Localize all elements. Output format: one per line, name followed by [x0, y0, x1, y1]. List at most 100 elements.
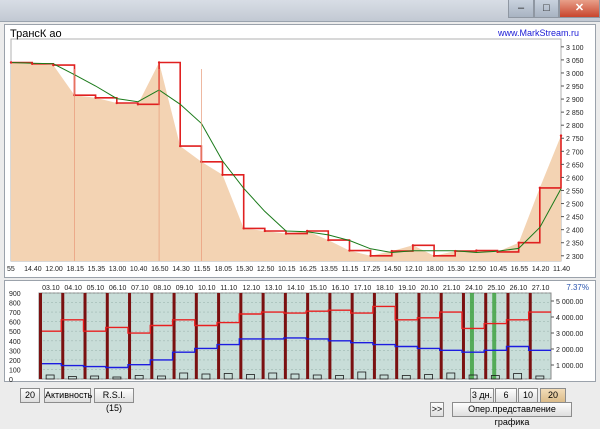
day-separator — [350, 293, 354, 379]
maximize-button[interactable]: □ — [534, 0, 559, 18]
y-tick-label: 2 850 — [566, 110, 584, 117]
close-button[interactable]: ✕ — [559, 0, 600, 18]
range-3d-button[interactable]: 3 дн. — [470, 388, 494, 403]
day-separator — [484, 293, 488, 379]
date-label: 20.10 — [421, 285, 439, 292]
day-separator — [528, 293, 532, 379]
x-tick-label: 17.25 — [363, 266, 381, 273]
right-tick-label: 4 000.00 — [556, 315, 583, 322]
price-point — [221, 173, 224, 177]
bottom-toolbar: 20 Активность R.S.I. (15) >> 3 дн. 6 дн.… — [0, 384, 600, 427]
y-tick-label: 3 100 — [566, 45, 584, 52]
y-tick-label: 2 650 — [566, 162, 584, 169]
x-tick-label: 10.40 — [130, 266, 148, 273]
price-point — [179, 144, 182, 148]
x-tick-label: 14.40 — [24, 266, 42, 273]
y-tick-label: 2 950 — [566, 84, 584, 91]
range-20d-button[interactable]: 20 дн. — [540, 388, 566, 413]
rsi-button[interactable]: R.S.I. (15) — [94, 388, 134, 413]
y-tick-label: 2 500 — [566, 202, 584, 209]
date-label: 21.10 — [443, 285, 461, 292]
y-tick-label: 2 900 — [566, 97, 584, 104]
y-tick-label: 2 750 — [566, 136, 584, 143]
date-label: 27.10 — [532, 285, 550, 292]
day-separator — [217, 293, 221, 379]
activity-button[interactable]: Активность — [44, 388, 92, 403]
indicator-panel: 03.10 04.10 05.10 06.10 07.10 08.10 09.10 10.10… — [4, 280, 596, 383]
date-label: 26.10 — [510, 285, 528, 292]
price-point — [390, 249, 393, 253]
price-chart-panel: 3 100 3 050 3 000 2 950 2 900 2 850 2 800 2 750… — [4, 24, 596, 278]
x-tick-label: 14.20 — [532, 266, 550, 273]
date-label: 13.10 — [265, 285, 283, 292]
x-tick-label: 12.50 — [257, 266, 275, 273]
range-10d-button[interactable]: 10 дн. — [518, 388, 538, 413]
left-tick-label: 600 — [9, 320, 21, 327]
day-separator — [461, 293, 465, 379]
x-tick-label: 18.05 — [215, 266, 233, 273]
price-point — [115, 101, 118, 105]
date-label: 08.10 — [153, 285, 171, 292]
price-point — [242, 227, 245, 230]
price-point — [52, 63, 55, 67]
y-tick-label: 2 700 — [566, 149, 584, 156]
x-tick-label: 12.50 — [468, 266, 486, 273]
x-tick-label: 16.50 — [151, 266, 169, 273]
instrument-title: ТрансК ао — [10, 28, 62, 40]
date-label: 10.10 — [198, 285, 216, 292]
indicator-chart: 03.10 04.10 05.10 06.10 07.10 08.10 09.10 10.10… — [9, 285, 583, 383]
left-tick-label: 500 — [9, 329, 21, 336]
day-separator — [328, 293, 332, 379]
day-separator — [506, 293, 510, 379]
period-field[interactable]: 20 — [20, 388, 40, 403]
y-tick-label: 2 350 — [566, 241, 584, 248]
price-point — [348, 249, 351, 252]
day-separator — [150, 293, 154, 379]
left-tick-label: 100 — [9, 367, 21, 374]
day-separator — [239, 293, 243, 379]
day-separator — [283, 293, 287, 379]
price-point — [454, 249, 457, 253]
x-tick-label: 12.00 — [45, 266, 63, 273]
highlight-band — [469, 293, 474, 379]
date-label: 03.10 — [42, 285, 60, 292]
range-6d-button[interactable]: 6 дн. — [495, 388, 517, 413]
x-tick-label: 15.35 — [88, 266, 106, 273]
x-tick-label: 14.50 — [384, 266, 402, 273]
x-tick-label: 13.00 — [109, 266, 127, 273]
left-tick-label: 200 — [9, 358, 21, 365]
x-tick-label: 14.30 — [172, 266, 190, 273]
price-point — [157, 61, 161, 64]
left-tick-label: 900 — [9, 291, 21, 298]
site-link[interactable]: www.MarkStream.ru — [498, 28, 579, 38]
day-separator — [306, 293, 310, 379]
minimize-button[interactable]: – — [508, 0, 534, 18]
price-point — [327, 238, 330, 242]
date-label: 16.10 — [332, 285, 350, 292]
x-tick-label: 10.15 — [278, 266, 296, 273]
date-label: 07.10 — [131, 285, 149, 292]
x-tick-label: 15.30 — [236, 266, 254, 273]
price-point — [263, 229, 267, 233]
price-point — [284, 232, 288, 235]
left-tick-label: 800 — [9, 301, 21, 308]
right-tick-label: 3 000.00 — [556, 331, 583, 338]
date-label: 05.10 — [87, 285, 105, 292]
x-tick-label: 11.55 — [193, 266, 210, 273]
date-label: 25.10 — [487, 285, 505, 292]
chart-mode-button[interactable]: Опер.представление графика — [452, 402, 572, 427]
price-point — [538, 186, 542, 190]
x-tick-label: 16.25 — [299, 266, 317, 273]
day-separator — [194, 293, 198, 379]
x-tick-label: 18.15 — [66, 266, 84, 273]
price-point — [475, 249, 478, 252]
price-point — [305, 229, 309, 233]
date-label: 14.10 — [287, 285, 305, 292]
left-tick-label: 700 — [9, 310, 21, 317]
x-tick-label: 12.10 — [405, 266, 423, 273]
nav-next-button[interactable]: >> — [430, 402, 444, 417]
price-point — [432, 254, 436, 257]
right-tick-label: 2 000.00 — [556, 347, 583, 354]
window-titlebar: – □ ✕ — [0, 0, 600, 22]
y-tick-label: 2 300 — [566, 254, 584, 261]
